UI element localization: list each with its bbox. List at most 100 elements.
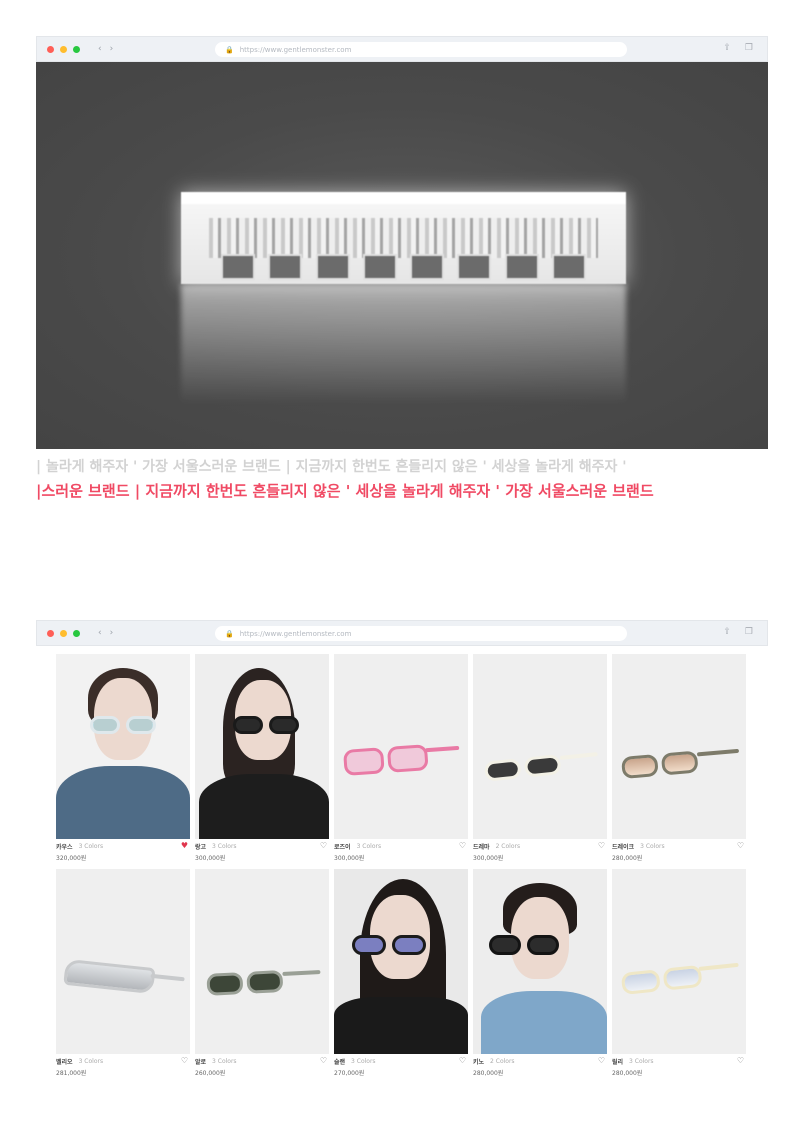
back-icon[interactable]: ‹	[98, 628, 102, 638]
heart-icon[interactable]: ♡	[598, 1056, 605, 1065]
lock-icon: 🔒	[225, 629, 234, 638]
product-name: 릴리	[612, 1059, 624, 1066]
product-name: 랑고	[195, 844, 207, 851]
close-window-button[interactable]	[47, 629, 54, 637]
product-image[interactable]	[195, 654, 329, 839]
share-icon[interactable]: ⇪	[723, 43, 731, 53]
forward-icon[interactable]: ›	[110, 628, 114, 638]
product-colors: 3 Colors	[356, 843, 382, 850]
product-price: 300,000원	[473, 855, 504, 862]
product-info: 벨리오 3 Colors 281,000원 ♡	[56, 1054, 190, 1080]
nav-buttons: ‹ ›	[98, 628, 113, 638]
product-card[interactable]: 드레이크 3 Colors 280,000원 ♡	[612, 654, 746, 865]
product-name: 로즈이	[334, 844, 351, 851]
product-price: 280,000원	[612, 855, 643, 862]
product-image[interactable]	[56, 654, 190, 839]
product-image[interactable]	[612, 869, 746, 1054]
product-price: 280,000원	[612, 1070, 643, 1077]
maximize-window-button[interactable]	[73, 629, 80, 637]
product-info: 드레이크 3 Colors 280,000원 ♡	[612, 839, 746, 865]
product-info: 드레마 2 Colors 300,000원 ♡	[473, 839, 607, 865]
lock-icon: 🔒	[225, 45, 234, 54]
product-price: 260,000원	[195, 1070, 226, 1077]
product-card[interactable]: 드레마 2 Colors 300,000원 ♡	[473, 654, 607, 865]
heart-icon[interactable]: ♡	[737, 1056, 744, 1065]
address-bar[interactable]: 🔒 https://www.gentlemonster.com	[215, 42, 627, 57]
heart-icon[interactable]: ♡	[459, 1056, 466, 1065]
window-controls	[47, 629, 80, 637]
hero-image	[36, 62, 768, 449]
product-info: 슬랜 3 Colors 270,000원 ♡	[334, 1054, 468, 1080]
product-price: 320,000원	[56, 855, 87, 862]
product-card[interactable]: 슬랜 3 Colors 270,000원 ♡	[334, 869, 468, 1080]
product-name: 카우스	[56, 844, 73, 851]
product-image[interactable]	[473, 869, 607, 1054]
product-price: 280,000원	[473, 1070, 504, 1077]
product-card[interactable]: 카우스 3 Colors 320,000원 ♥	[56, 654, 190, 865]
product-info: 알로 3 Colors 260,000원 ♡	[195, 1054, 329, 1080]
product-grid: 카우스 3 Colors 320,000원 ♥ 랑고 3 Colors 300,…	[56, 654, 748, 1080]
product-image[interactable]	[56, 869, 190, 1054]
product-colors: 3 Colors	[351, 1058, 376, 1065]
product-image[interactable]	[195, 869, 329, 1054]
product-colors: 3 Colors	[212, 843, 237, 850]
heart-icon[interactable]: ♡	[598, 841, 605, 850]
product-image[interactable]	[612, 654, 746, 839]
heart-icon[interactable]: ♥	[181, 841, 188, 850]
product-colors: 2 Colors	[490, 1058, 515, 1065]
address-bar[interactable]: 🔒 https://www.gentlemonster.com	[215, 626, 627, 641]
product-name: 드레이크	[612, 844, 635, 851]
product-colors: 3 Colors	[629, 1058, 654, 1065]
heart-icon[interactable]: ♡	[459, 841, 466, 850]
heart-icon[interactable]: ♡	[737, 841, 744, 850]
browser-window-bottom: ‹ › 🔒 https://www.gentlemonster.com ⇪ ❐	[36, 620, 768, 1090]
window-controls	[47, 45, 80, 53]
product-price: 300,000원	[334, 855, 365, 862]
product-card[interactable]: 릴리 3 Colors 280,000원 ♡	[612, 869, 746, 1080]
product-image[interactable]	[473, 654, 607, 839]
product-colors: 2 Colors	[495, 843, 521, 850]
product-name: 슬랜	[334, 1059, 346, 1066]
product-info: 로즈이 3 Colors 300,000원 ♡	[334, 839, 468, 865]
nav-buttons: ‹ ›	[98, 44, 113, 54]
product-card[interactable]: 벨리오 3 Colors 281,000원 ♡	[56, 869, 190, 1080]
product-colors: 3 Colors	[78, 1058, 104, 1065]
share-icon[interactable]: ⇪	[723, 627, 731, 637]
marquee-text-gray: | 놀라게 해주자 ' 가장 서울스러운 브랜드 | 지금까지 한번도 흔들리지…	[36, 459, 627, 475]
back-icon[interactable]: ‹	[98, 44, 102, 54]
product-card[interactable]: 로즈이 3 Colors 300,000원 ♡	[334, 654, 468, 865]
address-url: https://www.gentlemonster.com	[239, 45, 352, 54]
product-info: 랑고 3 Colors 300,000원 ♡	[195, 839, 329, 865]
product-colors: 3 Colors	[212, 1058, 237, 1065]
tabs-icon[interactable]: ❐	[745, 627, 753, 637]
minimize-window-button[interactable]	[60, 45, 67, 53]
product-info: 카우스 3 Colors 320,000원 ♥	[56, 839, 190, 865]
product-price: 270,000원	[334, 1070, 365, 1077]
forward-icon[interactable]: ›	[110, 44, 114, 54]
product-card[interactable]: 키노 2 Colors 280,000원 ♡	[473, 869, 607, 1080]
heart-icon[interactable]: ♡	[181, 1056, 188, 1065]
maximize-window-button[interactable]	[73, 45, 80, 53]
close-window-button[interactable]	[47, 45, 54, 53]
product-info: 릴리 3 Colors 280,000원 ♡	[612, 1054, 746, 1080]
product-card[interactable]: 랑고 3 Colors 300,000원 ♡	[195, 654, 329, 865]
address-url: https://www.gentlemonster.com	[239, 629, 352, 638]
product-colors: 3 Colors	[78, 843, 104, 850]
marquee-text-red: |스러운 브랜드 | 지금까지 한번도 흔들리지 않은 ' 세상을 놀라게 해주…	[36, 482, 654, 500]
browser-chrome: ‹ › 🔒 https://www.gentlemonster.com ⇪ ❐	[36, 620, 768, 646]
heart-icon[interactable]: ♡	[320, 841, 327, 850]
heart-icon[interactable]: ♡	[320, 1056, 327, 1065]
product-image[interactable]	[334, 654, 468, 839]
product-price: 300,000원	[195, 855, 226, 862]
minimize-window-button[interactable]	[60, 629, 67, 637]
browser-chrome: ‹ › 🔒 https://www.gentlemonster.com ⇪ ❐	[36, 36, 768, 62]
product-card[interactable]: 알로 3 Colors 260,000원 ♡	[195, 869, 329, 1080]
building-icon	[181, 192, 626, 284]
product-info: 키노 2 Colors 280,000원 ♡	[473, 1054, 607, 1080]
browser-actions: ⇪ ❐	[723, 627, 753, 637]
tabs-icon[interactable]: ❐	[745, 43, 753, 53]
building-reflection	[181, 284, 626, 404]
product-name: 벨리오	[56, 1059, 73, 1066]
product-image[interactable]	[334, 869, 468, 1054]
product-name: 알로	[195, 1059, 207, 1066]
